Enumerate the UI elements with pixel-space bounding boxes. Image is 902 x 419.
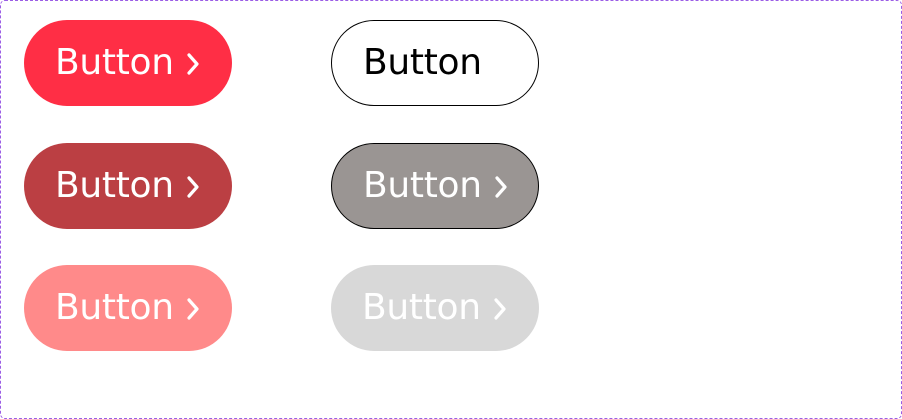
chevron-right-icon xyxy=(184,296,202,322)
secondary-button-pressed[interactable]: Button xyxy=(331,143,539,229)
primary-button-default[interactable]: Button xyxy=(24,20,232,106)
primary-button-disabled[interactable]: Button xyxy=(24,265,232,351)
chevron-right-icon xyxy=(491,296,509,322)
button-label: Button xyxy=(363,42,482,83)
button-label: Button xyxy=(362,287,481,328)
chevron-right-icon xyxy=(184,51,202,77)
secondary-button-disabled[interactable]: Button xyxy=(331,265,539,351)
primary-button-pressed[interactable]: Button xyxy=(24,143,232,229)
button-label: Button xyxy=(55,42,174,83)
secondary-button-default[interactable]: Button xyxy=(331,20,539,106)
chevron-right-icon xyxy=(184,174,202,200)
button-label: Button xyxy=(363,165,482,206)
button-label: Button xyxy=(55,165,174,206)
chevron-right-icon xyxy=(492,174,510,200)
button-label: Button xyxy=(55,287,174,328)
